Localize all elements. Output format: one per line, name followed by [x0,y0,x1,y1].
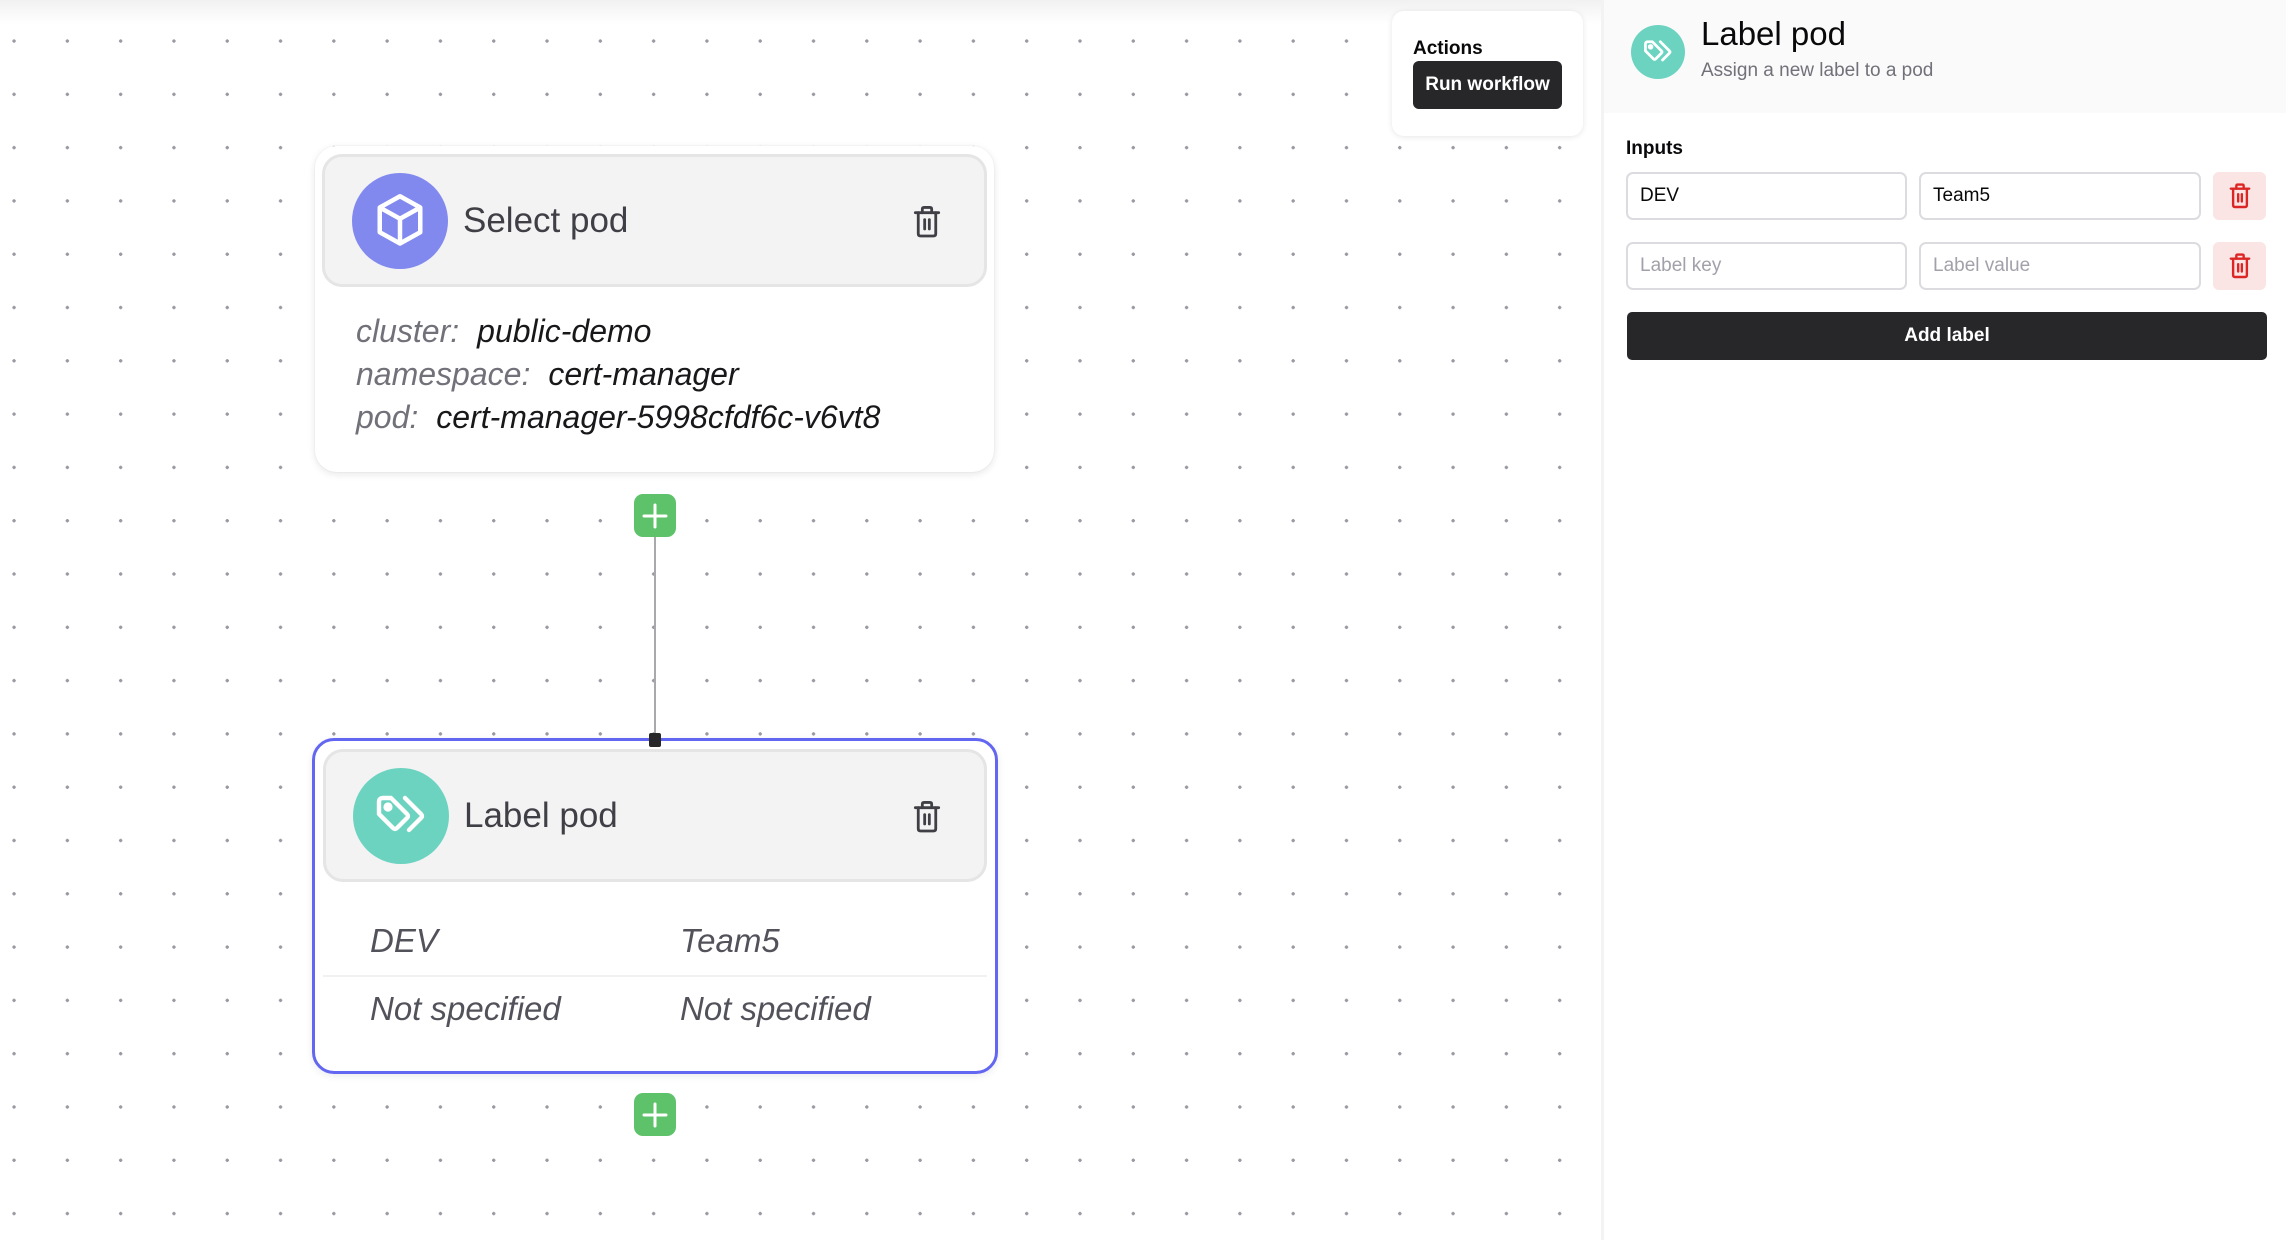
label-value: Not specified [680,990,871,1027]
label-key: Not specified [370,990,561,1027]
field-cluster: cluster: public-demo [356,313,651,350]
tags-icon [1631,25,1685,79]
label-value-input[interactable] [1919,172,2201,220]
labels-table: DEV Team5 Not specified Not specified [323,909,987,1041]
plus-icon [642,503,668,528]
label-key-input[interactable] [1626,172,1907,220]
panel-subtitle: Assign a new label to a pod [1701,60,1934,81]
field-pod: pod: cert-manager-5998cfdf6c-v6vt8 [356,399,880,436]
field-key: namespace: [356,356,531,392]
label-row: Not specified Not specified [323,975,987,1041]
node-title: Label pod [464,796,618,835]
add-step-button[interactable] [634,494,676,537]
field-key: pod: [356,399,419,435]
delete-label-button[interactable] [2213,242,2266,290]
delete-node-button[interactable] [910,798,944,836]
field-value: cert-manager [548,356,739,392]
field-key: cluster: [356,313,460,349]
trash-icon [913,206,941,238]
actions-panel: Actions Run workflow [1392,11,1583,136]
label-key: DEV [370,922,438,959]
tags-icon [353,768,449,864]
node-select-pod[interactable]: Select pod cluster: public-demo namespace… [315,146,994,472]
run-workflow-button[interactable]: Run workflow [1413,61,1562,109]
add-step-button[interactable] [634,1093,676,1136]
cube-icon [352,173,448,269]
delete-node-button[interactable] [910,203,944,241]
trash-icon [2229,253,2250,279]
field-value: public-demo [477,313,652,349]
inputs-label: Inputs [1626,138,1683,159]
delete-label-button[interactable] [2213,172,2266,220]
actions-title: Actions [1413,38,1483,59]
node-title: Select pod [463,201,629,240]
trash-icon [913,801,941,833]
add-label-button[interactable]: Add label [1627,312,2267,360]
label-value: Team5 [680,922,780,959]
node-header: Label pod [323,749,987,882]
plus-icon [642,1102,668,1127]
node-header: Select pod [322,154,987,287]
node-label-pod[interactable]: Label pod DEV Team5 Not specified Not sp… [312,738,998,1074]
label-value-input[interactable] [1919,242,2201,290]
panel-header: Label pod Assign a new label to a pod [1604,0,2286,113]
field-namespace: namespace: cert-manager [356,356,739,393]
trash-icon [2229,183,2250,209]
panel-title: Label pod [1701,15,1846,52]
connection-edge [654,536,656,738]
node-settings-panel: Label pod Assign a new label to a pod In… [1601,0,2286,1240]
label-key-input[interactable] [1626,242,1907,290]
connection-handle[interactable] [649,733,661,747]
label-row: DEV Team5 [323,909,987,975]
field-value: cert-manager-5998cfdf6c-v6vt8 [436,399,881,435]
